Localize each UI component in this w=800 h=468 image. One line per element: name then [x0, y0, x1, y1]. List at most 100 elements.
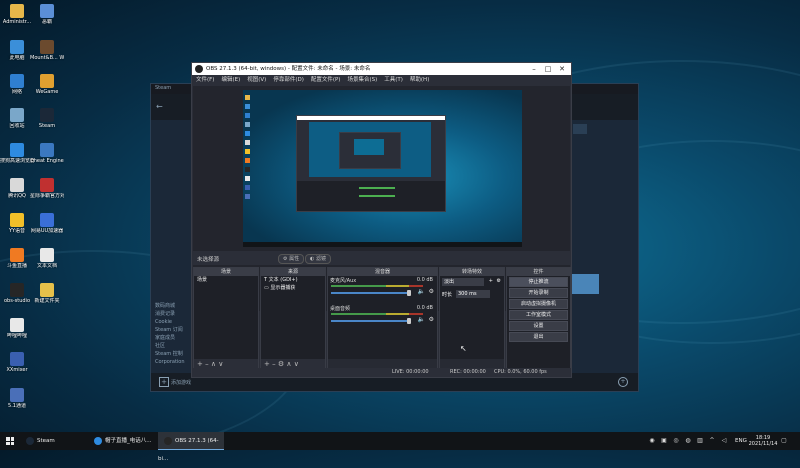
add-icon[interactable]: +: [264, 360, 270, 368]
control-button[interactable]: 开始录制: [509, 288, 568, 298]
remove-icon[interactable]: –: [205, 360, 209, 368]
taskbar-app[interactable]: OBS 27.1.3 (64-bi...: [158, 432, 224, 462]
tray-icon[interactable]: ◉: [648, 437, 656, 445]
add-game-label[interactable]: 添加游戏: [171, 379, 191, 386]
transitions-header: 转场特效: [440, 268, 504, 276]
control-button[interactable]: 退出: [509, 332, 568, 342]
filters-button[interactable]: ◐ 滤镜: [305, 254, 331, 264]
desktop-icon[interactable]: Cheat Engine: [30, 143, 64, 164]
desktop-icon-label: Steam: [38, 123, 56, 129]
taskbar-app[interactable]: 帽子直播_电话八...: [88, 432, 156, 450]
menu-item[interactable]: 编辑(E): [221, 77, 240, 83]
control-button[interactable]: 停止推流: [509, 277, 568, 287]
desktop-icon[interactable]: Mount&B... Warband: [30, 40, 64, 61]
add-icon[interactable]: +: [489, 278, 493, 284]
desktop-icon[interactable]: 腾讯QQ: [0, 178, 34, 199]
gear-icon[interactable]: ⚙: [429, 316, 434, 323]
menu-item[interactable]: 帮助(H): [410, 77, 429, 83]
control-button[interactable]: 工作室模式: [509, 310, 568, 320]
desktop-icon[interactable]: YY语音: [0, 213, 34, 234]
source-item[interactable]: T 文本 (GDI+): [261, 276, 325, 284]
back-arrow-icon[interactable]: ←: [156, 102, 163, 111]
menu-item[interactable]: 场景集合(S): [347, 77, 377, 83]
desktop-icon[interactable]: Steam: [30, 108, 64, 129]
steam-side-item[interactable]: 社区: [155, 342, 195, 350]
menu-item[interactable]: 停靠部件(D): [273, 77, 304, 83]
menu-item[interactable]: 文件(F): [196, 77, 214, 83]
steam-side-item[interactable]: Steam 订阅: [155, 326, 195, 334]
tray-icon[interactable]: ◎: [672, 437, 680, 445]
tray-icon[interactable]: ▣: [660, 437, 668, 445]
desktop-icon-label: obs-studio: [4, 298, 30, 304]
desktop-icon[interactable]: Administr...: [0, 4, 34, 25]
minimize-icon[interactable]: –: [527, 63, 541, 75]
gear-icon[interactable]: ⚙: [278, 360, 284, 368]
desktop-icon[interactable]: 恶霸: [30, 4, 64, 25]
desktop-icon[interactable]: 网易UU加速器: [30, 213, 64, 234]
menu-item[interactable]: 视图(V): [247, 77, 266, 83]
tray-icon[interactable]: ◍: [684, 437, 692, 445]
start-windows-icon[interactable]: [6, 437, 14, 445]
notification-icon[interactable]: ▢: [780, 437, 788, 445]
obs-titlebar[interactable]: OBS 27.1.3 (64-bit, windows) - 配置文件: 未命名…: [192, 63, 571, 75]
volume-slider[interactable]: [331, 320, 407, 322]
desktop-icon[interactable]: obs-studio: [0, 283, 34, 304]
volume-slider-knob[interactable]: [407, 318, 411, 324]
volume-slider-knob[interactable]: [407, 290, 411, 296]
steam-side-item[interactable]: 消费记录: [155, 310, 195, 318]
desktop-icon[interactable]: 此电脑: [0, 40, 34, 61]
steam-side-item[interactable]: 数码商城: [155, 302, 195, 310]
app-icon: [40, 143, 54, 157]
steam-side-item[interactable]: Cookie: [155, 318, 195, 326]
move-down-icon[interactable]: ∨: [294, 360, 299, 368]
desktop-icon[interactable]: 斗鱼直播: [0, 248, 34, 269]
desktop-icon[interactable]: 星际争霸官方对战平台: [30, 178, 64, 199]
desktop-icon[interactable]: 文本文档: [30, 248, 64, 269]
scene-item[interactable]: 场景: [194, 276, 258, 284]
move-up-icon[interactable]: ∧: [286, 360, 291, 368]
desktop-icon[interactable]: 搜狗高速浏览器: [0, 143, 34, 164]
control-button[interactable]: 启动虚拟摄像机: [509, 299, 568, 309]
close-icon[interactable]: ✕: [555, 63, 569, 75]
nested-meter: [359, 187, 395, 189]
desktop-icon[interactable]: WeGame: [30, 74, 64, 95]
speaker-icon[interactable]: 🔈: [418, 288, 425, 295]
language-indicator[interactable]: ENG: [735, 437, 747, 445]
steam-side-item[interactable]: Corporation: [155, 358, 195, 366]
friends-plus-icon[interactable]: +: [618, 377, 628, 387]
desktop-icon-label: 哔哩哔哩: [6, 333, 27, 339]
source-item[interactable]: ▭ 显示器捕获: [261, 284, 325, 292]
desktop-icon[interactable]: 5.1通道: [0, 388, 34, 409]
move-down-icon[interactable]: ∨: [218, 360, 223, 368]
desktop-icon[interactable]: XXmixer: [0, 352, 34, 373]
properties-button[interactable]: ⚙ 属性: [278, 254, 305, 264]
clock[interactable]: 18:19 2021/11/14: [748, 435, 778, 447]
duration-input[interactable]: 300 ms: [456, 290, 490, 298]
maximize-icon[interactable]: □: [541, 63, 555, 75]
move-up-icon[interactable]: ∧: [211, 360, 216, 368]
transition-select[interactable]: 淡出: [442, 278, 484, 286]
remove-icon[interactable]: –: [272, 360, 276, 368]
gear-icon[interactable]: ⚙: [429, 288, 434, 295]
volume-slider[interactable]: [331, 292, 407, 294]
control-button[interactable]: 设置: [509, 321, 568, 331]
desktop-icon-label: Mount&B... Warband: [30, 55, 64, 61]
app-icon: [10, 74, 24, 88]
taskbar-app[interactable]: Steam: [20, 432, 86, 450]
desktop-icon[interactable]: 哔哩哔哩: [0, 318, 34, 339]
add-icon[interactable]: +: [197, 360, 203, 368]
add-game-plus-icon[interactable]: +: [159, 377, 169, 387]
chevron-up-icon[interactable]: ^: [708, 437, 716, 445]
desktop-icon[interactable]: 回收站: [0, 108, 34, 129]
obs-window[interactable]: OBS 27.1.3 (64-bit, windows) - 配置文件: 未命名…: [191, 62, 572, 378]
desktop-icon[interactable]: 新建文件夹: [30, 283, 64, 304]
speaker-icon[interactable]: 🔈: [418, 316, 425, 323]
menu-item[interactable]: 工具(T): [384, 77, 403, 83]
menu-item[interactable]: 配置文件(P): [311, 77, 341, 83]
steam-side-item[interactable]: Steam 控制: [155, 350, 195, 358]
network-icon[interactable]: ▥: [696, 437, 704, 445]
desktop-icon[interactable]: 网络: [0, 74, 34, 95]
steam-side-item[interactable]: 家庭成员: [155, 334, 195, 342]
speaker-icon[interactable]: ◁: [720, 437, 728, 445]
gear-icon[interactable]: ⚙: [497, 278, 501, 284]
